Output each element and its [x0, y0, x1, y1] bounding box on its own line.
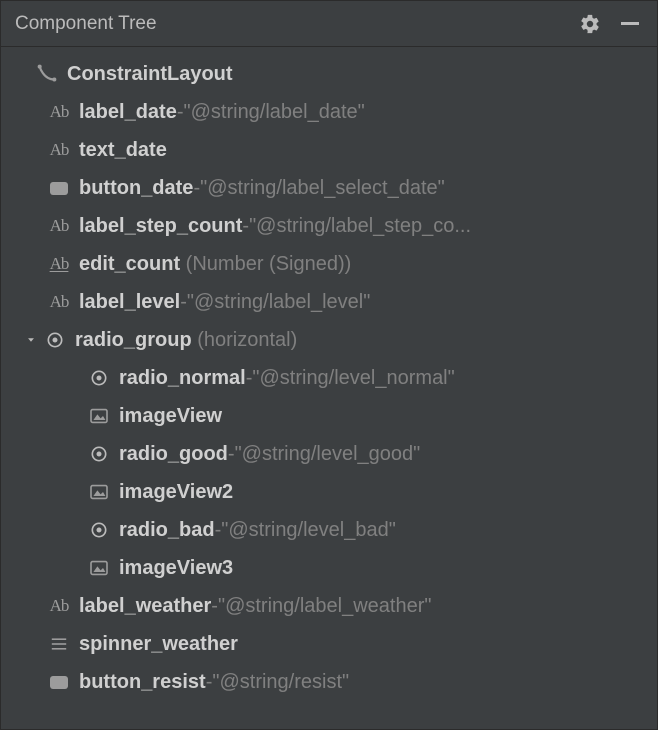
tree-node[interactable]: Ab label_step_count - "@string/label_ste…	[1, 207, 657, 245]
tree-node[interactable]: radio_bad - "@string/level_bad"	[1, 511, 657, 549]
node-value: "@string/label_date"	[184, 101, 365, 124]
node-sep: -	[177, 101, 184, 124]
component-tree: ConstraintLayout Ab label_date - "@strin…	[1, 47, 657, 729]
node-label: label_weather	[79, 595, 211, 618]
node-label: label_date	[79, 101, 177, 124]
node-label: imageView3	[119, 557, 233, 580]
node-label: radio_normal	[119, 367, 246, 390]
node-label: spinner_weather	[79, 633, 238, 656]
tree-node[interactable]: Ab label_level - "@string/label_level"	[1, 283, 657, 321]
node-label: radio_group	[75, 329, 192, 352]
tree-node[interactable]: imageView3	[1, 549, 657, 587]
imageview-icon	[85, 484, 113, 500]
node-label: radio_bad	[119, 519, 215, 542]
node-label: text_date	[79, 139, 167, 162]
node-sep: -	[206, 671, 213, 694]
node-sep: -	[180, 291, 187, 314]
node-label: button_date	[79, 177, 193, 200]
tree-node[interactable]: Ab edit_count (Number (Signed))	[1, 245, 657, 283]
node-value: "@string/level_good"	[235, 443, 421, 466]
node-sep: -	[246, 367, 253, 390]
edittext-icon: Ab	[45, 254, 73, 274]
radiobutton-icon	[85, 520, 113, 540]
tree-node-root[interactable]: ConstraintLayout	[1, 55, 657, 93]
tree-node[interactable]: radio_good - "@string/level_good"	[1, 435, 657, 473]
textview-icon: Ab	[45, 140, 73, 160]
node-value: "@string/label_level"	[187, 291, 370, 314]
button-icon	[45, 182, 73, 195]
tree-node[interactable]: Ab label_date - "@string/label_date"	[1, 93, 657, 131]
node-label: radio_good	[119, 443, 228, 466]
imageview-icon	[85, 408, 113, 424]
node-paren: (Number (Signed))	[180, 253, 351, 276]
constraintlayout-icon	[33, 63, 61, 85]
radiobutton-icon	[85, 444, 113, 464]
tree-node[interactable]: button_resist - "@string/resist"	[1, 663, 657, 701]
tree-node[interactable]: imageView2	[1, 473, 657, 511]
node-sep: -	[211, 595, 218, 618]
node-label: edit_count	[79, 253, 180, 276]
node-value: "@string/label_step_co...	[249, 215, 471, 238]
tree-node[interactable]: spinner_weather	[1, 625, 657, 663]
tree-node[interactable]: Ab text_date	[1, 131, 657, 169]
radiogroup-icon	[41, 330, 69, 350]
node-sep: -	[242, 215, 249, 238]
panel-header: Component Tree	[1, 1, 657, 47]
button-icon	[45, 676, 73, 689]
chevron-down-icon[interactable]	[21, 333, 41, 347]
textview-icon: Ab	[45, 292, 73, 312]
node-label: imageView	[119, 405, 222, 428]
tree-node[interactable]: button_date - "@string/label_select_date…	[1, 169, 657, 207]
tree-node-expandable[interactable]: radio_group (horizontal)	[1, 321, 657, 359]
spinner-icon	[45, 636, 73, 652]
gear-icon[interactable]	[577, 11, 603, 37]
node-paren-value: horizontal	[204, 329, 291, 351]
node-sep: -	[193, 177, 200, 200]
node-label: button_resist	[79, 671, 206, 694]
tree-node[interactable]: Ab label_weather - "@string/label_weathe…	[1, 587, 657, 625]
node-value: "@string/level_normal"	[252, 367, 454, 390]
textview-icon: Ab	[45, 102, 73, 122]
minimize-icon[interactable]	[617, 11, 643, 37]
node-value: "@string/label_select_date"	[200, 177, 445, 200]
node-paren: (horizontal)	[192, 329, 298, 352]
node-sep: -	[215, 519, 222, 542]
node-paren-value: Number (Signed)	[192, 253, 344, 275]
node-label: label_level	[79, 291, 180, 314]
tree-node[interactable]: imageView	[1, 397, 657, 435]
tree-node[interactable]: radio_normal - "@string/level_normal"	[1, 359, 657, 397]
node-value: "@string/resist"	[212, 671, 349, 694]
node-sep: -	[228, 443, 235, 466]
node-value: "@string/label_weather"	[218, 595, 432, 618]
component-tree-panel: Component Tree ConstraintLayout Ab label…	[0, 0, 658, 730]
node-label: imageView2	[119, 481, 233, 504]
node-label: label_step_count	[79, 215, 242, 238]
textview-icon: Ab	[45, 216, 73, 236]
panel-title: Component Tree	[15, 13, 157, 35]
node-label: ConstraintLayout	[67, 63, 233, 86]
textview-icon: Ab	[45, 596, 73, 616]
node-value: "@string/level_bad"	[221, 519, 396, 542]
imageview-icon	[85, 560, 113, 576]
radiobutton-icon	[85, 368, 113, 388]
